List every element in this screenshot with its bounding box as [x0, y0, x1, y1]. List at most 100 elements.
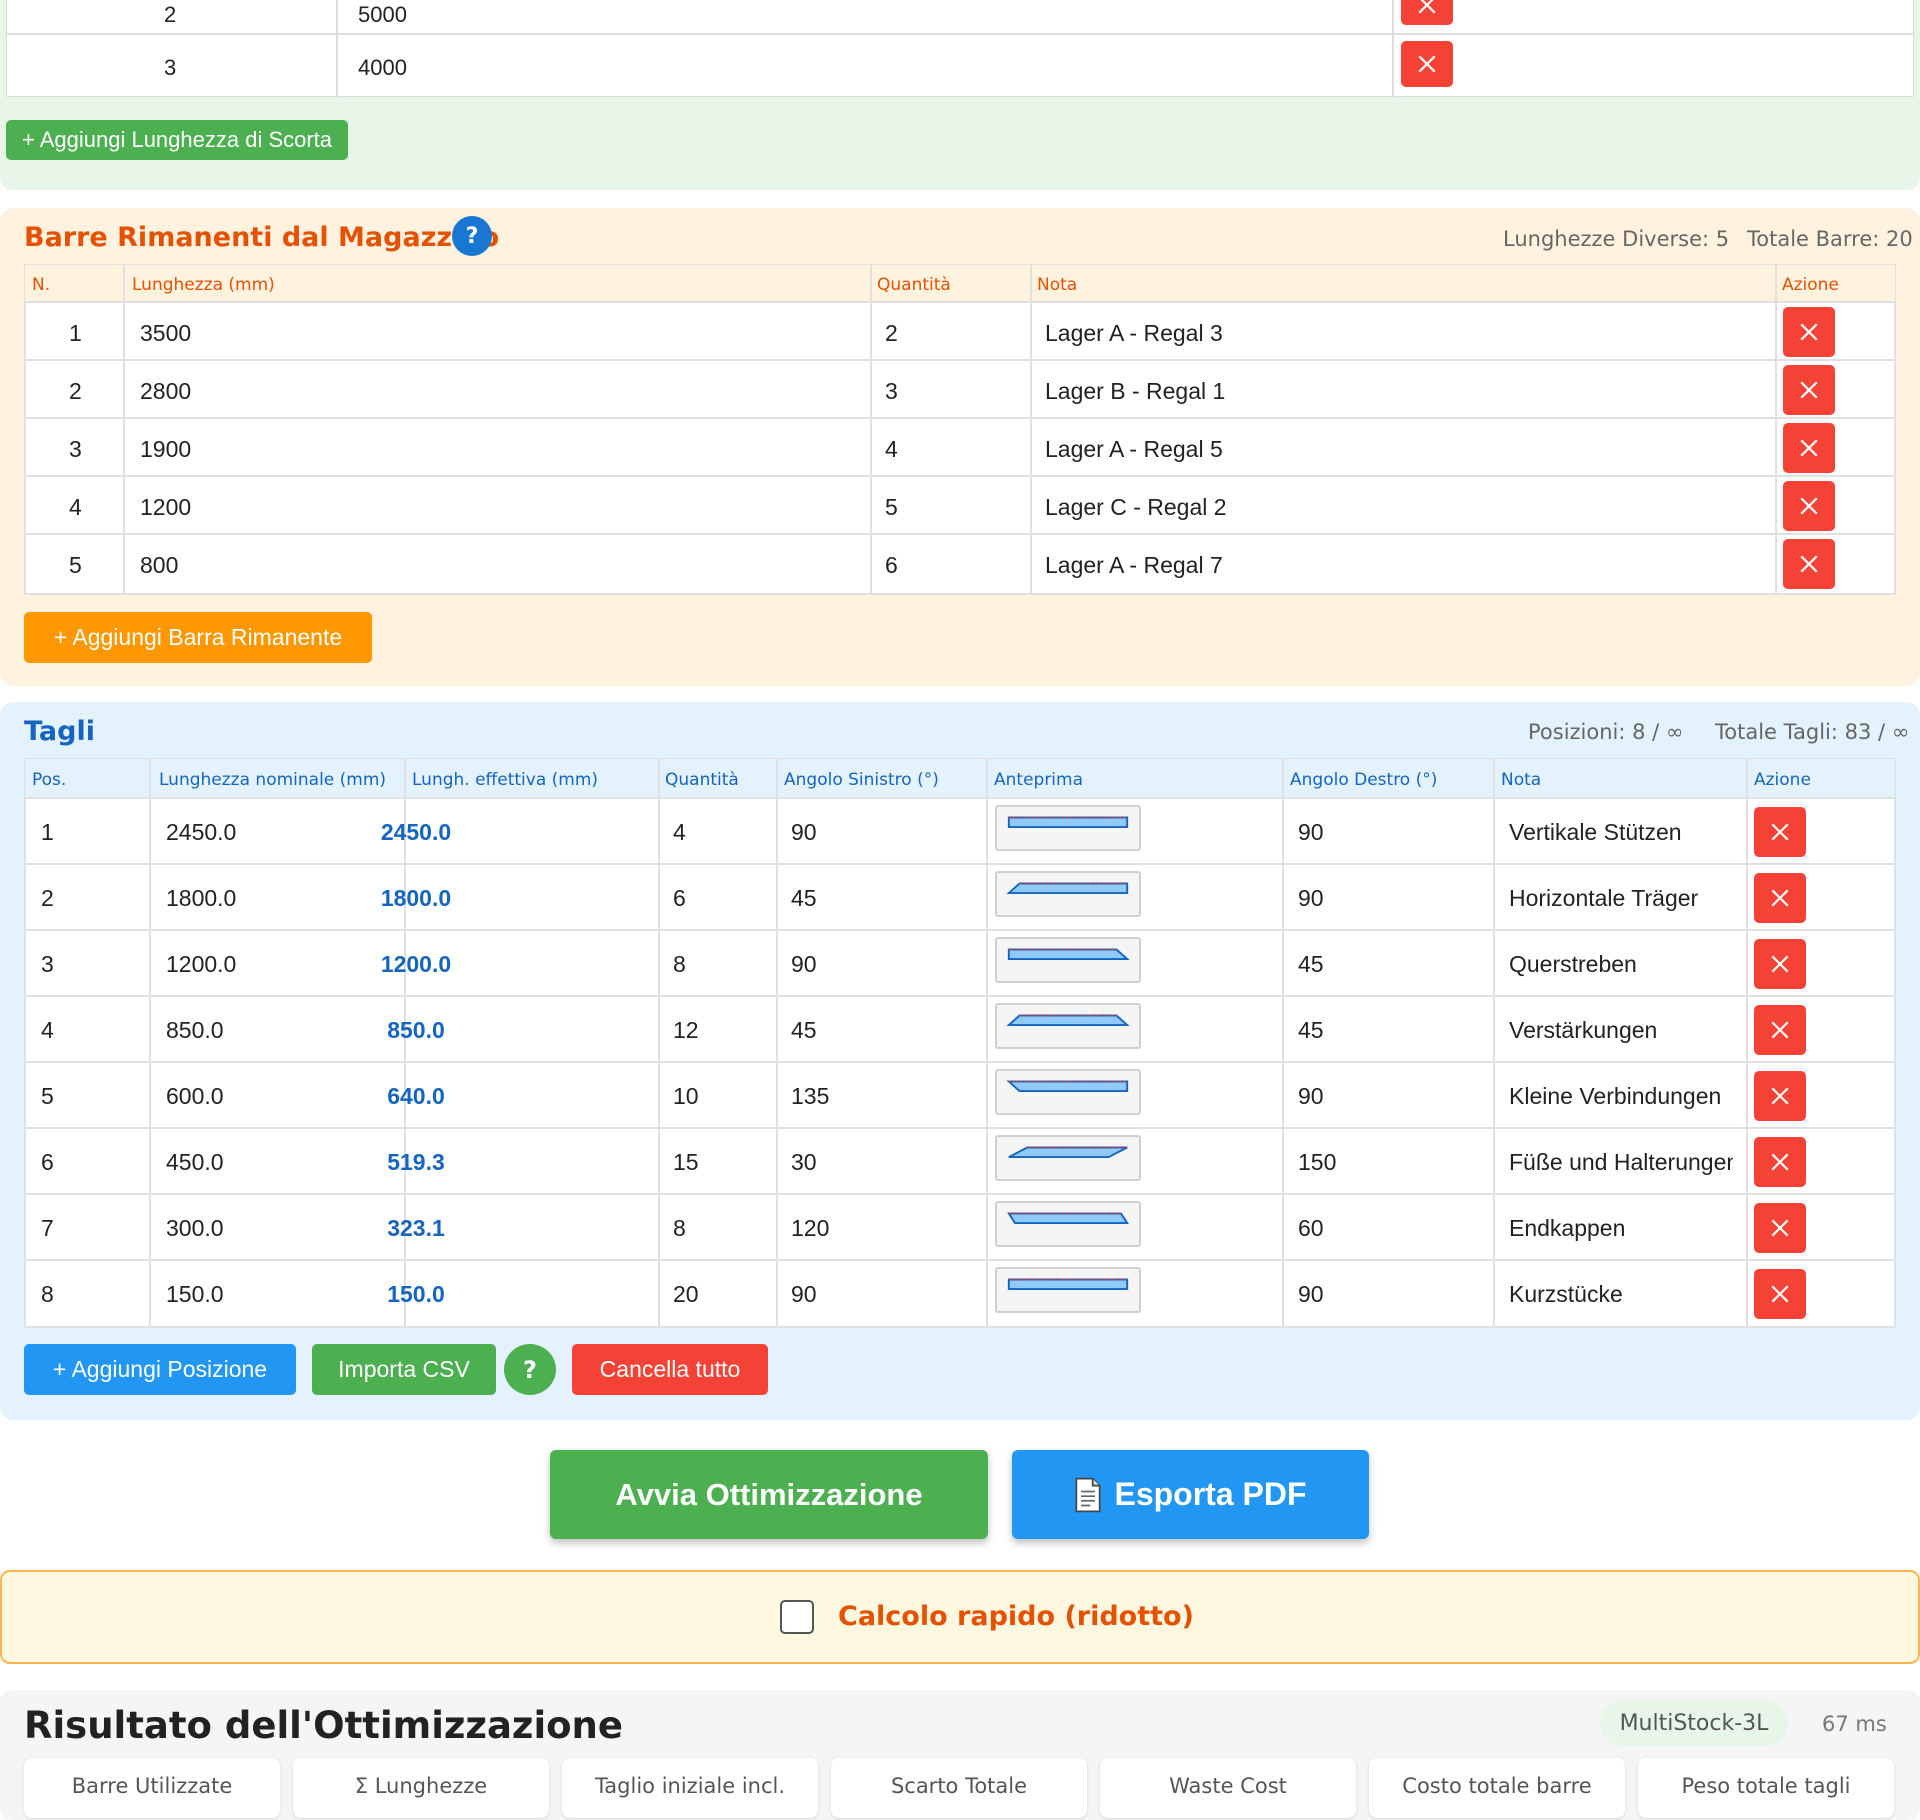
remnant-length-input[interactable]: 1900: [140, 436, 191, 463]
delete-stock-button[interactable]: [1401, 41, 1453, 87]
remnant-length-input[interactable]: 2800: [140, 378, 191, 405]
header-quantity: Quantità: [877, 275, 951, 295]
close-icon: [1800, 381, 1818, 399]
cut-nominal-input[interactable]: 600.0: [166, 1083, 224, 1110]
cut-position: 3: [41, 951, 54, 977]
import-help-button[interactable]: ?: [504, 1344, 556, 1395]
cut-left-angle-input[interactable]: 30: [791, 1149, 817, 1176]
cut-right-angle-input[interactable]: 90: [1298, 1083, 1324, 1110]
remnant-note-input[interactable]: Lager A - Regal 5: [1045, 436, 1223, 463]
delete-cut-button[interactable]: [1754, 1005, 1806, 1055]
cut-note-input[interactable]: Endkappen: [1509, 1215, 1733, 1242]
cut-quantity-input[interactable]: 6: [673, 885, 686, 912]
remnant-length-input[interactable]: 1200: [140, 494, 191, 521]
cut-right-angle-input[interactable]: 90: [1298, 819, 1324, 846]
clear-all-button[interactable]: Cancella tutto: [572, 1344, 768, 1395]
cut-preview-shape: [1007, 948, 1130, 960]
remnant-note-input[interactable]: Lager B - Regal 1: [1045, 378, 1225, 405]
remnant-quantity-input[interactable]: 6: [885, 552, 898, 579]
cut-position: 1: [41, 819, 54, 845]
cut-note-input[interactable]: Kleine Verbindungen: [1509, 1083, 1733, 1110]
cut-quantity-input[interactable]: 8: [673, 1215, 686, 1242]
cut-quantity-input[interactable]: 4: [673, 819, 686, 846]
quick-calc-checkbox[interactable]: [780, 1600, 814, 1634]
cut-nominal-input[interactable]: 850.0: [166, 1017, 224, 1044]
cut-note-input[interactable]: Füße und Halterungen: [1509, 1149, 1733, 1176]
header-right-angle: Angolo Destro (°): [1290, 770, 1438, 790]
cut-right-angle-input[interactable]: 60: [1298, 1215, 1324, 1242]
delete-remnant-button[interactable]: [1783, 365, 1835, 415]
cut-left-angle-input[interactable]: 45: [791, 1017, 817, 1044]
cut-left-angle-input[interactable]: 120: [791, 1215, 829, 1242]
cut-right-angle-input[interactable]: 45: [1298, 1017, 1324, 1044]
cut-left-angle-input[interactable]: 90: [791, 1281, 817, 1308]
cut-nominal-input[interactable]: 300.0: [166, 1215, 224, 1242]
cut-right-angle-input[interactable]: 90: [1298, 1281, 1324, 1308]
cut-quantity-input[interactable]: 8: [673, 951, 686, 978]
cut-row: 3 1200.0 1200.0 8 90 45 Querstreben: [25, 931, 1895, 997]
delete-stock-button[interactable]: [1401, 0, 1453, 25]
cut-left-angle-input[interactable]: 90: [791, 951, 817, 978]
export-pdf-button[interactable]: Esporta PDF: [1012, 1450, 1369, 1539]
cut-right-angle-input[interactable]: 150: [1298, 1149, 1336, 1176]
remnant-row: 1 3500 2 Lager A - Regal 3: [25, 303, 1895, 361]
cut-note-input[interactable]: Kurzstücke: [1509, 1281, 1733, 1308]
add-remnant-button[interactable]: + Aggiungi Barra Rimanente: [24, 612, 372, 663]
header-pos: Pos.: [32, 770, 67, 790]
remnant-quantity-input[interactable]: 5: [885, 494, 898, 521]
cut-effective-length: 150.0: [387, 1281, 445, 1307]
cut-nominal-input[interactable]: 1200.0: [166, 951, 236, 978]
result-card-label: Taglio iniziale incl.: [594, 1774, 786, 1798]
cut-note-input[interactable]: Horizontale Träger: [1509, 885, 1733, 912]
cut-right-angle-input[interactable]: 90: [1298, 885, 1324, 912]
stock-row-length[interactable]: 4000: [358, 55, 407, 81]
delete-cut-button[interactable]: [1754, 873, 1806, 923]
remnant-length-input[interactable]: 3500: [140, 320, 191, 347]
delete-cut-button[interactable]: [1754, 807, 1806, 857]
import-csv-button[interactable]: Importa CSV: [312, 1344, 496, 1395]
cut-preview: [995, 1135, 1141, 1181]
cut-quantity-input[interactable]: 12: [673, 1017, 699, 1044]
cut-nominal-input[interactable]: 1800.0: [166, 885, 236, 912]
cut-nominal-input[interactable]: 450.0: [166, 1149, 224, 1176]
start-optimization-button[interactable]: Avvia Ottimizzazione: [550, 1450, 988, 1539]
delete-cut-button[interactable]: [1754, 939, 1806, 989]
cut-note-input[interactable]: Querstreben: [1509, 951, 1733, 978]
remnant-quantity-input[interactable]: 4: [885, 436, 898, 463]
remnants-help-button[interactable]: ?: [452, 216, 492, 256]
header-nominal-length: Lunghezza nominale (mm): [159, 770, 387, 790]
quick-calc-label[interactable]: Calcolo rapido (ridotto): [838, 1601, 1194, 1632]
remnant-row: 4 1200 5 Lager C - Regal 2: [25, 477, 1895, 535]
cut-quantity-input[interactable]: 20: [673, 1281, 699, 1308]
stock-row-length[interactable]: 5000: [358, 2, 407, 28]
cut-quantity-input[interactable]: 15: [673, 1149, 699, 1176]
remnant-note-input[interactable]: Lager A - Regal 7: [1045, 552, 1223, 579]
remnant-note-input[interactable]: Lager A - Regal 3: [1045, 320, 1223, 347]
cut-quantity-input[interactable]: 10: [673, 1083, 699, 1110]
add-stock-length-button[interactable]: + Aggiungi Lunghezza di Scorta: [6, 120, 348, 160]
cut-nominal-input[interactable]: 2450.0: [166, 819, 236, 846]
cut-row: 2 1800.0 1800.0 6 45 90 Horizontale Träg…: [25, 865, 1895, 931]
cut-note-input[interactable]: Vertikale Stützen: [1509, 819, 1733, 846]
remnant-note-input[interactable]: Lager C - Regal 2: [1045, 494, 1227, 521]
cut-left-angle-input[interactable]: 90: [791, 819, 817, 846]
remnant-quantity-input[interactable]: 2: [885, 320, 898, 347]
delete-remnant-button[interactable]: [1783, 481, 1835, 531]
delete-cut-button[interactable]: [1754, 1071, 1806, 1121]
delete-cut-button[interactable]: [1754, 1269, 1806, 1319]
delete-remnant-button[interactable]: [1783, 423, 1835, 473]
remnant-length-input[interactable]: 800: [140, 552, 178, 579]
cut-right-angle-input[interactable]: 45: [1298, 951, 1324, 978]
cut-nominal-input[interactable]: 150.0: [166, 1281, 224, 1308]
cut-left-angle-input[interactable]: 135: [791, 1083, 829, 1110]
cut-note-input[interactable]: Verstärkungen: [1509, 1017, 1733, 1044]
delete-cut-button[interactable]: [1754, 1203, 1806, 1253]
delete-cut-button[interactable]: [1754, 1137, 1806, 1187]
remnant-quantity-input[interactable]: 3: [885, 378, 898, 405]
result-card: Peso totale tagli: [1638, 1758, 1894, 1818]
cut-left-angle-input[interactable]: 45: [791, 885, 817, 912]
close-icon: [1800, 323, 1818, 341]
add-position-button[interactable]: + Aggiungi Posizione: [24, 1344, 296, 1395]
delete-remnant-button[interactable]: [1783, 539, 1835, 589]
delete-remnant-button[interactable]: [1783, 307, 1835, 357]
